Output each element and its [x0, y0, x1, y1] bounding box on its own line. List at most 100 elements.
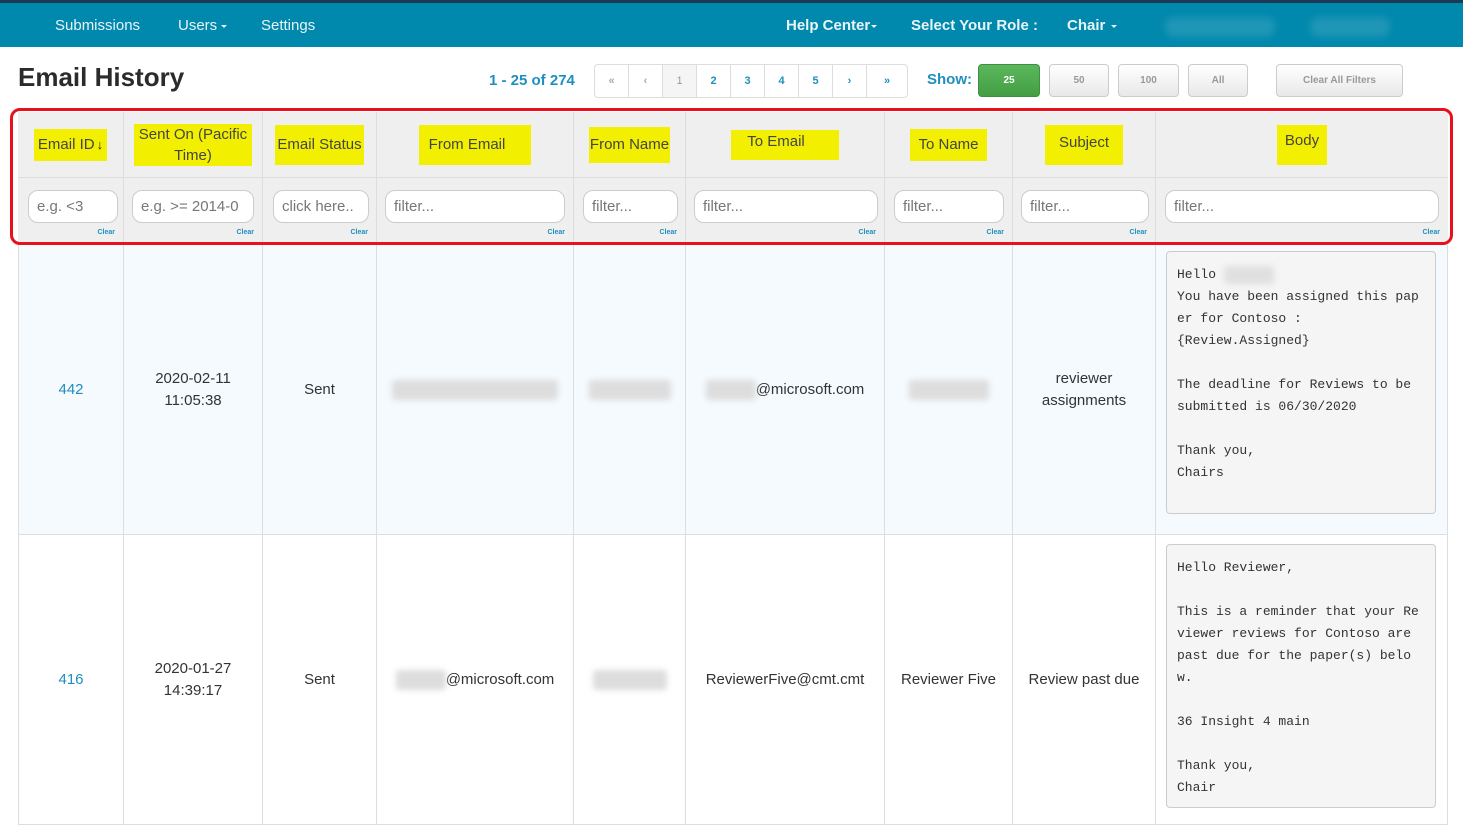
- column-label: To Name: [910, 128, 987, 161]
- page-button-3[interactable]: 3: [731, 65, 765, 97]
- from-email-domain: @microsoft.com: [445, 670, 555, 688]
- column-label-text: Email ID: [37, 135, 95, 153]
- cell-email-id: 416: [19, 535, 124, 824]
- cell-sent-on: 2020-01-27 14:39:17: [124, 535, 263, 824]
- redacted-from-name: [588, 379, 671, 400]
- filter-row: Clear Clear Clear Clear Clear Clear Clea…: [18, 178, 1448, 242]
- column-header-body[interactable]: Body: [1156, 112, 1448, 177]
- sent-time: 14:39:17: [163, 681, 223, 699]
- filter-cell-from-name: Clear: [574, 178, 686, 242]
- chevron-down-icon: [1111, 24, 1118, 28]
- clear-filter-link[interactable]: Clear: [350, 229, 368, 236]
- email-id-link[interactable]: 416: [58, 669, 83, 691]
- filter-cell-to-email: Clear: [686, 178, 885, 242]
- column-header-from-email[interactable]: From Email: [377, 112, 574, 177]
- clear-filter-link[interactable]: Clear: [1422, 229, 1440, 236]
- body-text: You have been assigned this paper for Co…: [1177, 289, 1419, 480]
- role-selector[interactable]: Chair: [1067, 17, 1118, 34]
- next-page-button[interactable]: ›: [833, 65, 867, 97]
- cell-to-name: [885, 245, 1013, 534]
- table-row[interactable]: 442 2020-02-11 11:05:38 Sent @microsoft.…: [18, 245, 1448, 535]
- filter-input-from-email[interactable]: [385, 190, 565, 223]
- column-header-sent-on[interactable]: Sent On (Pacific Time): [124, 112, 263, 177]
- column-label: From Email: [418, 124, 532, 165]
- cell-from-name: [574, 535, 686, 824]
- email-body-preview: Hello You have been assigned this paper …: [1166, 251, 1436, 514]
- column-label: Subject: [1044, 124, 1124, 165]
- cell-sent-on: 2020-02-11 11:05:38: [124, 245, 263, 534]
- redacted-user-name[interactable]: [1165, 17, 1275, 37]
- status-text: Sent: [304, 380, 335, 398]
- status-text: Sent: [304, 670, 335, 688]
- show-50-button[interactable]: 50: [1049, 64, 1109, 97]
- show-25-button[interactable]: 25: [978, 64, 1040, 97]
- nav-submissions[interactable]: Submissions: [55, 17, 140, 34]
- filter-cell-sent-on: Clear: [124, 178, 263, 242]
- role-value: Chair: [1067, 17, 1106, 34]
- column-label: Sent On (Pacific Time): [134, 123, 252, 166]
- pagination: « ‹ 1 2 3 4 5 › »: [594, 64, 908, 98]
- body-text: Hello Reviewer, This is a reminder that …: [1177, 560, 1419, 795]
- clear-filter-link[interactable]: Clear: [986, 229, 1004, 236]
- show-all-button[interactable]: All: [1188, 64, 1248, 97]
- page-button-2[interactable]: 2: [697, 65, 731, 97]
- redacted-from-name: [592, 669, 667, 690]
- sort-desc-icon: ↓: [96, 136, 104, 152]
- filter-input-to-name[interactable]: [894, 190, 1004, 223]
- nav-users[interactable]: Users: [178, 17, 228, 34]
- clear-filter-link[interactable]: Clear: [547, 229, 565, 236]
- column-header-email-status[interactable]: Email Status: [263, 112, 377, 177]
- column-header-from-name[interactable]: From Name: [574, 112, 686, 177]
- redacted-recipient-name: [1223, 265, 1274, 284]
- filter-input-from-name[interactable]: [583, 190, 678, 223]
- clear-filter-link[interactable]: Clear: [858, 229, 876, 236]
- email-body-preview: Hello Reviewer, This is a reminder that …: [1166, 544, 1436, 808]
- clear-filter-link[interactable]: Clear: [1129, 229, 1147, 236]
- clear-all-filters-button[interactable]: Clear All Filters: [1276, 64, 1403, 97]
- filter-input-subject[interactable]: [1021, 190, 1149, 223]
- cell-email-status: Sent: [263, 245, 377, 534]
- filter-cell-body: Clear: [1156, 178, 1448, 242]
- clear-filter-link[interactable]: Clear: [97, 229, 115, 236]
- filter-input-sent-on[interactable]: [132, 190, 254, 223]
- page-button-5[interactable]: 5: [799, 65, 833, 97]
- column-header-subject[interactable]: Subject: [1013, 112, 1156, 177]
- cell-from-email: @microsoft.com: [377, 535, 574, 824]
- show-100-button[interactable]: 100: [1118, 64, 1179, 97]
- column-label: Email Status: [275, 124, 364, 165]
- subject-text: Review past due: [1028, 670, 1140, 688]
- page-button-4[interactable]: 4: [765, 65, 799, 97]
- last-page-button[interactable]: »: [867, 65, 907, 97]
- nav-help-center[interactable]: Help Center: [786, 17, 878, 34]
- show-label: Show:: [927, 71, 972, 88]
- page-title: Email History: [18, 62, 185, 92]
- filter-input-body[interactable]: [1165, 190, 1439, 223]
- column-header-to-name[interactable]: To Name: [885, 112, 1013, 177]
- cell-subject: reviewer assignments: [1013, 245, 1156, 534]
- cell-body: Hello Reviewer, This is a reminder that …: [1156, 535, 1446, 824]
- clear-filter-link[interactable]: Clear: [659, 229, 677, 236]
- column-header-email-id[interactable]: Email ID ↓: [18, 112, 124, 177]
- table-row[interactable]: 416 2020-01-27 14:39:17 Sent @microsoft.…: [18, 535, 1448, 825]
- subject-text: reviewer assignments: [1041, 369, 1127, 409]
- filter-input-email-status[interactable]: [273, 190, 369, 223]
- chevron-down-icon: [221, 24, 228, 28]
- filter-input-email-id[interactable]: [28, 190, 118, 223]
- redacted-to-email-user: [705, 379, 756, 400]
- column-label: Body: [1276, 124, 1328, 165]
- column-header-to-email[interactable]: To Email: [686, 112, 885, 177]
- column-label: Email ID ↓: [33, 128, 108, 161]
- first-page-button[interactable]: «: [595, 65, 629, 97]
- nav-settings[interactable]: Settings: [261, 17, 315, 34]
- filter-input-to-email[interactable]: [694, 190, 878, 223]
- clear-filter-link[interactable]: Clear: [236, 229, 254, 236]
- top-navbar: Submissions Users Settings Help Center S…: [0, 0, 1463, 47]
- to-email-text: ReviewerFive@cmt.cmt: [705, 670, 865, 688]
- filter-cell-email-status: Clear: [263, 178, 377, 242]
- filter-cell-to-name: Clear: [885, 178, 1013, 242]
- email-id-link[interactable]: 442: [58, 379, 83, 401]
- prev-page-button[interactable]: ‹: [629, 65, 663, 97]
- table-header-row: Email ID ↓ Sent On (Pacific Time) Email S…: [18, 112, 1448, 178]
- page-button-1[interactable]: 1: [663, 65, 697, 97]
- redacted-user-menu[interactable]: [1310, 17, 1390, 37]
